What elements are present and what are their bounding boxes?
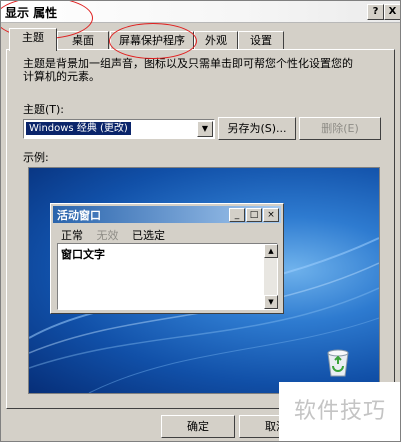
tab-settings[interactable]: 设置 <box>238 31 284 50</box>
theme-select[interactable]: Windows 经典 (更改) ▼ <box>23 119 215 139</box>
display-properties-dialog: 显示 属性 ? X 主题 桌面 屏幕保护程序 外观 设置 主题是背景加一组声音，… <box>0 0 401 442</box>
help-button[interactable]: ? <box>367 4 384 20</box>
watermark: 软件技巧 <box>279 382 400 441</box>
save-as-button[interactable]: 另存为(S)... <box>218 117 296 140</box>
sample-active-window: 活动窗口 _ □ × 正常 无效 已选定 窗口文字 ▲ ▼ <box>50 203 284 314</box>
delete-button[interactable]: 删除(E) <box>299 117 381 140</box>
close-button[interactable]: X <box>384 4 400 20</box>
sample-label: 示例: <box>23 151 49 164</box>
maximize-icon: □ <box>246 208 262 222</box>
theme-label: 主题(T): <box>23 103 65 116</box>
sample-window-body: 窗口文字 ▲ ▼ <box>57 243 278 310</box>
scroll-up-icon: ▲ <box>264 244 278 258</box>
window-title: 显示 属性 <box>5 6 58 20</box>
menu-disabled: 无效 <box>96 229 119 242</box>
sample-menu-bar: 正常 无效 已选定 <box>61 227 175 243</box>
scroll-down-icon: ▼ <box>264 295 278 309</box>
tab-themes[interactable]: 主题 <box>9 28 57 51</box>
menu-selected: 已选定 <box>132 229 165 242</box>
tab-desktop[interactable]: 桌面 <box>57 31 109 50</box>
tab-appearance[interactable]: 外观 <box>194 31 238 50</box>
recycle-bin-icon <box>327 349 349 377</box>
sample-window-titlebar: 活动窗口 _ □ × <box>53 206 281 223</box>
chevron-down-icon[interactable]: ▼ <box>197 121 213 137</box>
menu-normal: 正常 <box>61 229 83 242</box>
tab-screensaver[interactable]: 屏幕保护程序 <box>110 31 194 50</box>
sample-window-text: 窗口文字 <box>61 248 105 261</box>
minimize-icon: _ <box>229 208 245 222</box>
close-icon: × <box>263 208 279 222</box>
sample-scrollbar: ▲ ▼ <box>264 244 278 309</box>
ok-button[interactable]: 确定 <box>161 415 235 438</box>
title-bar: 显示 属性 ? X <box>1 1 400 23</box>
sample-window-title: 活动窗口 <box>57 209 101 222</box>
theme-select-value: Windows 经典 (更改) <box>26 122 131 135</box>
themes-description: 主题是背景加一组声音，图标以及只需单击即可帮您个性化设置您的计算机的元素。 <box>23 57 353 83</box>
